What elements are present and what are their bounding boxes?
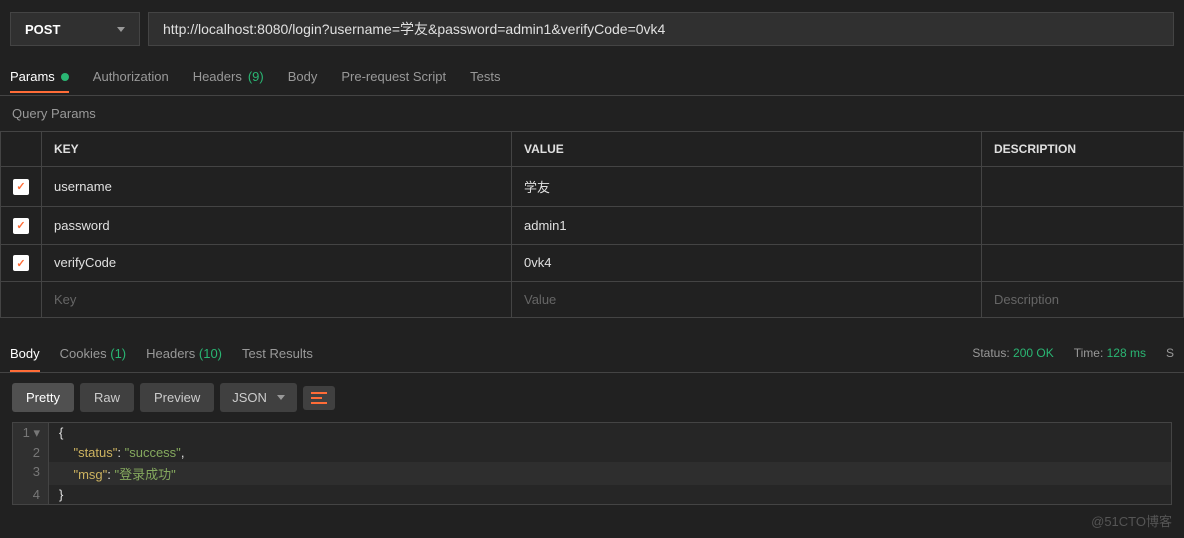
table-row-new: Key Value Description — [1, 282, 1184, 318]
response-tabs: Body Cookies (1) Headers (10) Test Resul… — [10, 334, 313, 372]
active-dot-icon — [61, 73, 69, 81]
checkbox-icon[interactable]: ✓ — [13, 255, 29, 271]
params-table: KEY VALUE DESCRIPTION ✓ username 学友 ✓ pa… — [0, 131, 1184, 318]
param-key[interactable]: username — [42, 167, 512, 207]
param-value[interactable]: admin1 — [512, 207, 982, 245]
col-description: DESCRIPTION — [982, 132, 1184, 167]
request-tabs: Params Authorization Headers (9) Body Pr… — [0, 58, 1184, 96]
status-code: 200 OK — [1013, 346, 1054, 360]
tab-tests[interactable]: Tests — [470, 61, 500, 92]
tab-prerequest[interactable]: Pre-request Script — [341, 61, 446, 92]
http-method-select[interactable]: POST — [10, 12, 140, 46]
chevron-down-icon — [117, 27, 125, 32]
wrap-lines-button[interactable] — [303, 386, 335, 410]
checkbox-icon[interactable]: ✓ — [13, 218, 29, 234]
table-row: ✓ password admin1 — [1, 207, 1184, 245]
param-description[interactable] — [982, 207, 1184, 245]
watermark: @51CTO博客 — [1091, 511, 1172, 530]
wrap-icon — [311, 392, 327, 404]
param-key[interactable]: password — [42, 207, 512, 245]
param-value[interactable]: 学友 — [512, 167, 982, 207]
view-pretty-button[interactable]: Pretty — [12, 383, 74, 412]
tab-headers[interactable]: Headers (9) — [193, 61, 264, 92]
view-raw-button[interactable]: Raw — [80, 383, 134, 412]
rtab-headers[interactable]: Headers (10) — [146, 336, 222, 371]
response-time: 128 ms — [1107, 346, 1146, 360]
param-key[interactable]: verifyCode — [42, 244, 512, 282]
col-value: VALUE — [512, 132, 982, 167]
tab-params[interactable]: Params — [10, 61, 69, 92]
format-select[interactable]: JSON — [220, 383, 297, 412]
view-preview-button[interactable]: Preview — [140, 383, 214, 412]
url-input[interactable] — [148, 12, 1174, 46]
table-row: ✓ username 学友 — [1, 167, 1184, 207]
method-text: POST — [25, 22, 60, 37]
tab-authorization[interactable]: Authorization — [93, 61, 169, 92]
param-description[interactable] — [982, 244, 1184, 282]
query-params-title: Query Params — [0, 96, 1184, 131]
param-desc-placeholder[interactable]: Description — [982, 282, 1184, 318]
rtab-tests[interactable]: Test Results — [242, 336, 313, 371]
param-value-placeholder[interactable]: Value — [512, 282, 982, 318]
table-row: ✓ verifyCode 0vk4 — [1, 244, 1184, 282]
chevron-down-icon — [277, 395, 285, 400]
param-description[interactable] — [982, 167, 1184, 207]
rtab-cookies[interactable]: Cookies (1) — [60, 336, 126, 371]
tab-body[interactable]: Body — [288, 61, 318, 92]
response-body[interactable]: 1 ▾{ 2 "status": "success", 3 "msg": "登录… — [12, 422, 1172, 505]
param-key-placeholder[interactable]: Key — [42, 282, 512, 318]
checkbox-icon[interactable]: ✓ — [13, 179, 29, 195]
param-value[interactable]: 0vk4 — [512, 244, 982, 282]
status-info: Status: 200 OK Time: 128 ms S — [972, 346, 1174, 360]
col-check — [1, 132, 42, 167]
col-key: KEY — [42, 132, 512, 167]
rtab-body[interactable]: Body — [10, 336, 40, 371]
